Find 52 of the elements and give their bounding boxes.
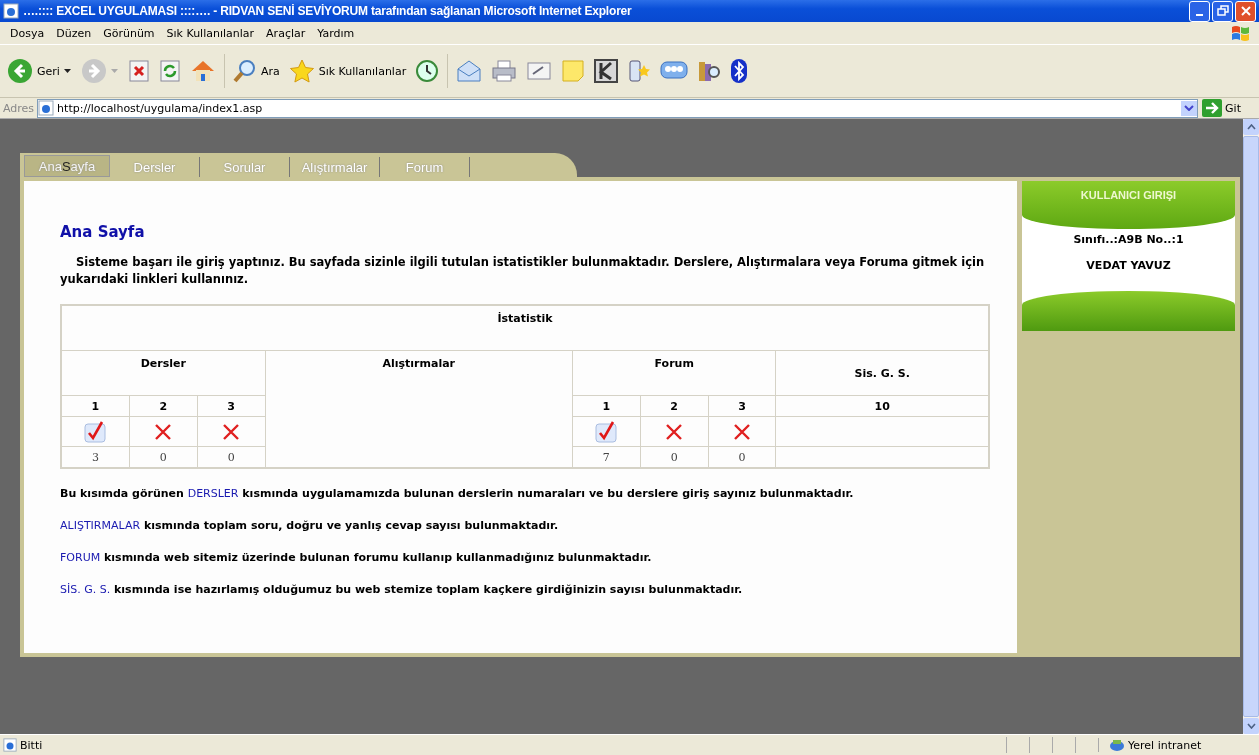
table-cell: 2 bbox=[640, 395, 709, 417]
chevron-down-icon bbox=[1184, 105, 1195, 111]
menu-item[interactable]: Araçlar bbox=[260, 26, 312, 40]
table-header: Forum bbox=[572, 350, 776, 396]
dropdown-button[interactable] bbox=[1181, 100, 1198, 116]
close-icon bbox=[1239, 5, 1252, 17]
note-text: ALIŞTIRMALAR kısmında toplam soru, doğru ve yanlış cevap sayısı bulunmaktadır. bbox=[60, 519, 560, 533]
windows-logo-icon bbox=[1229, 23, 1251, 43]
restore-icon bbox=[1216, 5, 1229, 17]
class-info: Sınıfı..:A9B No..:1 bbox=[1073, 233, 1184, 246]
table-cell: 2 bbox=[129, 395, 198, 417]
minimize-icon bbox=[1196, 14, 1203, 16]
toolbar-button[interactable]: Geri bbox=[4, 56, 63, 86]
minimize-button[interactable] bbox=[1189, 0, 1210, 22]
table-cell: 3 bbox=[708, 395, 776, 417]
status-text: Bitti bbox=[20, 738, 43, 752]
page-heading: Ana Sayfa bbox=[60, 223, 146, 241]
login-title: KULLANICI GIRIŞI bbox=[1080, 189, 1177, 203]
menu-item[interactable]: Sık Kullanılanlar bbox=[160, 26, 261, 40]
table-cell: 1 bbox=[572, 395, 641, 417]
close-button[interactable] bbox=[1235, 0, 1256, 22]
address-field[interactable]: http://localhost/uygulama/index1.asp bbox=[37, 98, 1199, 118]
scroll-up-icon[interactable] bbox=[1246, 124, 1256, 130]
go-button[interactable]: Git bbox=[1198, 99, 1259, 117]
toolbar-button[interactable]: Sık Kullanılanlar bbox=[285, 57, 410, 85]
nav-tab[interactable]: AnaSayfa bbox=[24, 155, 110, 177]
browser-icon bbox=[3, 3, 19, 19]
star-icon bbox=[288, 59, 315, 83]
search-icon bbox=[232, 59, 257, 83]
scroll-down-icon[interactable] bbox=[1246, 723, 1256, 729]
note-text: SİS. G. S. kısmında ise hazırlamış olduğumuz bu web stemize toplam kaçkere girdiğinizin sayısı bulunmaktadır. bbox=[60, 583, 744, 597]
zone-text: Yerel intranet bbox=[1128, 738, 1202, 752]
intro-text: Sisteme başarı ile giriş yaptınız. Bu sayfada sizinle ilgili tutulan istatistikler bulunmaktadır. Derslere, Alıştırmalara veya Foruma gitmek için yukarıdaki linkleri kullanınız. bbox=[60, 254, 986, 288]
network-icon bbox=[1109, 738, 1125, 752]
scrollbar[interactable] bbox=[1243, 119, 1259, 734]
menu-item[interactable]: Görünüm bbox=[97, 26, 161, 40]
note-text: FORUM kısmında web sitemiz üzerinde bulunan forumu kullanıp kullanmadığınız bulunmaktadır. bbox=[60, 551, 653, 565]
toolbar-button[interactable]: Ara bbox=[229, 57, 283, 85]
address-label: Adres bbox=[2, 101, 36, 115]
dropdown-arrow-icon[interactable] bbox=[63, 69, 71, 73]
page-icon bbox=[38, 100, 55, 116]
menu-item[interactable]: Dosya bbox=[4, 26, 51, 40]
window-title: ….:::: EXCEL UYGULAMASI ::::…. - RIDVAN SENİ SEVİYORUM tarafından sağlanan Microsoft Internet Explorer bbox=[23, 4, 633, 18]
menu-item[interactable]: Yardım bbox=[311, 26, 361, 40]
table-header: Alıştırmalar bbox=[265, 350, 573, 468]
user-name: VEDAT YAVUZ bbox=[1086, 259, 1171, 272]
menu-item[interactable]: Düzen bbox=[50, 26, 98, 40]
table-header: Dersler bbox=[61, 350, 266, 396]
note-text: Bu kısımda görünen DERSLER kısmında uygulamamızda bulunan derslerin numaraları ve bu derslere giriş sayınız bulunmaktadır. bbox=[60, 487, 855, 501]
page-icon bbox=[3, 738, 17, 752]
table-cell: 1 bbox=[61, 395, 130, 417]
maximize-button[interactable] bbox=[1212, 0, 1233, 22]
